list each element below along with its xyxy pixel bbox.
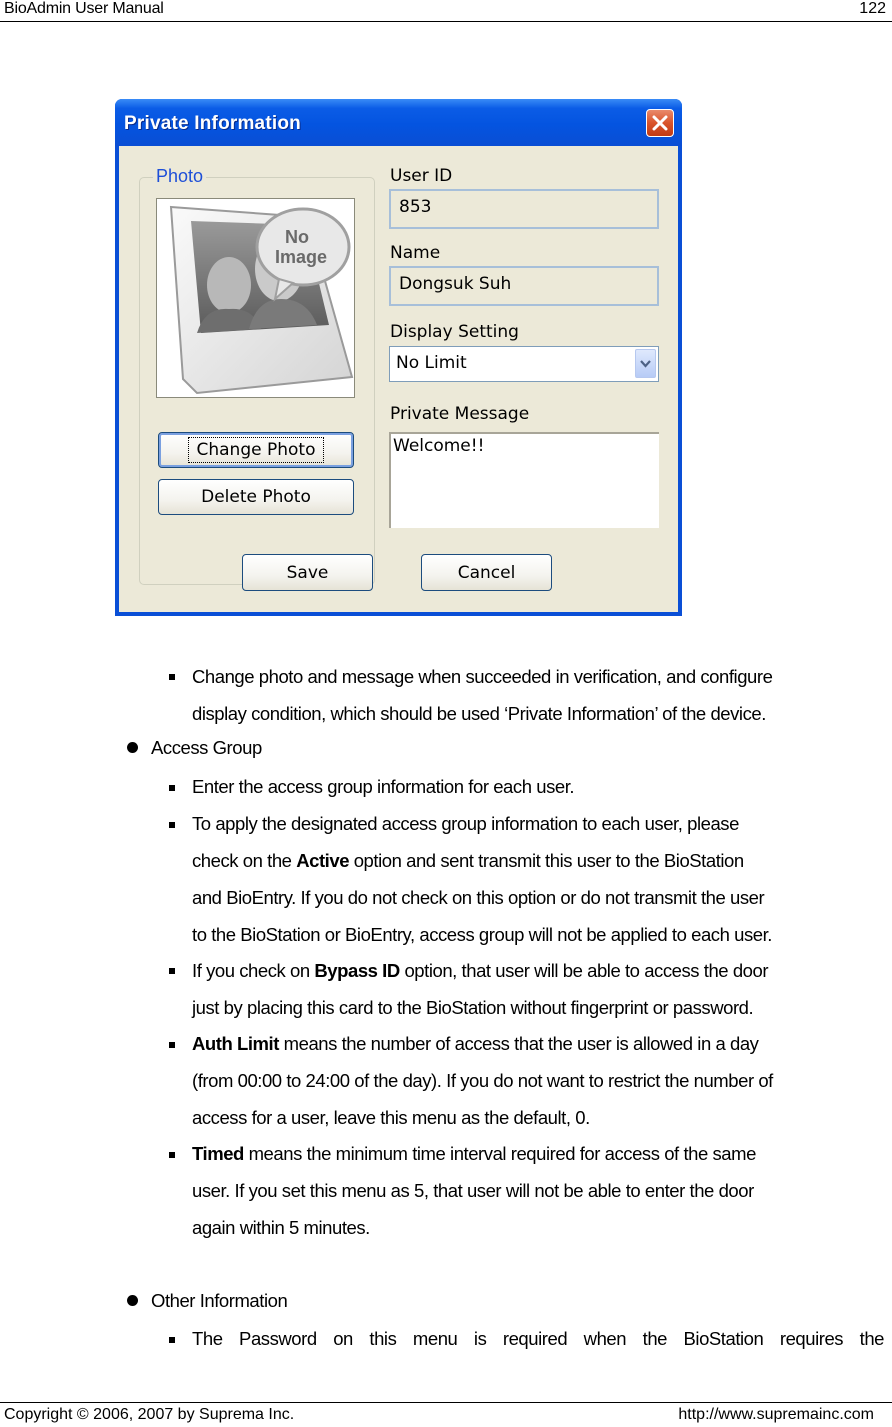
square-bullet-icon (169, 1152, 175, 1158)
close-button[interactable] (646, 109, 674, 137)
dialog-title: Private Information (124, 113, 301, 134)
private-info-description: Change photo and message when succeeded … (192, 666, 773, 724)
cancel-label: Cancel (457, 562, 516, 583)
square-bullet-icon (169, 674, 175, 680)
close-x-icon (652, 115, 668, 131)
photo-preview: No Image (156, 198, 355, 398)
private-message-textarea[interactable]: Welcome!! (389, 432, 659, 528)
round-bullet-icon (127, 742, 138, 753)
access-group-item-5: Timed means the minimum time interval re… (192, 1143, 756, 1238)
square-bullet-icon (169, 1042, 175, 1048)
square-bullet-icon (169, 822, 175, 828)
manual-title: BioAdmin User Manual (4, 0, 164, 17)
placeholder-text-image: Image (275, 247, 327, 267)
access-group-item-3: If you check on Bypass ID option, that u… (192, 960, 769, 1018)
save-label: Save (286, 562, 329, 583)
placeholder-text-no: No (285, 227, 309, 247)
access-group-item-2: To apply the designated access group inf… (192, 813, 772, 945)
square-bullet-icon (169, 968, 175, 974)
change-photo-button[interactable]: Change Photo (158, 432, 354, 468)
access-group-item-4: Auth Limit means the number of access th… (192, 1033, 773, 1128)
display-setting-select[interactable]: No Limit (389, 346, 659, 382)
page-number: 122 (859, 0, 886, 17)
private-information-dialog: Private Information Photo No Image Chang… (115, 99, 682, 616)
change-photo-label: Change Photo (187, 437, 325, 463)
dialog-titlebar[interactable]: Private Information (115, 99, 682, 146)
delete-photo-label: Delete Photo (201, 487, 311, 507)
name-label: Name (390, 243, 441, 263)
access-group-heading: Access Group (151, 737, 262, 758)
photo-group-label: Photo (153, 166, 207, 187)
other-information-heading: Other Information (151, 1290, 288, 1311)
round-bullet-icon (127, 1295, 138, 1306)
square-bullet-icon (169, 1337, 175, 1343)
page-footer: Copyright © 2006, 2007 by Suprema Inc. h… (0, 1402, 892, 1427)
delete-photo-button[interactable]: Delete Photo (158, 479, 354, 515)
page-header: BioAdmin User Manual 122 (0, 0, 892, 22)
copyright-text: Copyright © 2006, 2007 by Suprema Inc. (4, 1406, 295, 1423)
name-field[interactable]: Dongsuk Suh (389, 266, 659, 306)
other-information-item-1: The Password on this menu is required wh… (192, 1328, 884, 1349)
no-image-placeholder-icon: No Image (169, 205, 354, 395)
cancel-button[interactable]: Cancel (421, 554, 552, 591)
dropdown-button[interactable] (635, 349, 656, 378)
dialog-client-area: Photo No Image Change Photo Delete Photo… (119, 146, 678, 612)
user-id-label: User ID (390, 166, 453, 186)
user-id-field[interactable]: 853 (389, 189, 659, 229)
chevron-down-icon (640, 359, 651, 368)
access-group-item-1: Enter the access group information for e… (192, 776, 575, 797)
display-setting-label: Display Setting (390, 322, 519, 342)
display-setting-value: No Limit (396, 353, 467, 373)
save-button[interactable]: Save (242, 554, 373, 591)
private-message-label: Private Message (390, 404, 530, 424)
company-url[interactable]: http://www.supremainc.com (678, 1406, 874, 1424)
square-bullet-icon (169, 785, 175, 791)
